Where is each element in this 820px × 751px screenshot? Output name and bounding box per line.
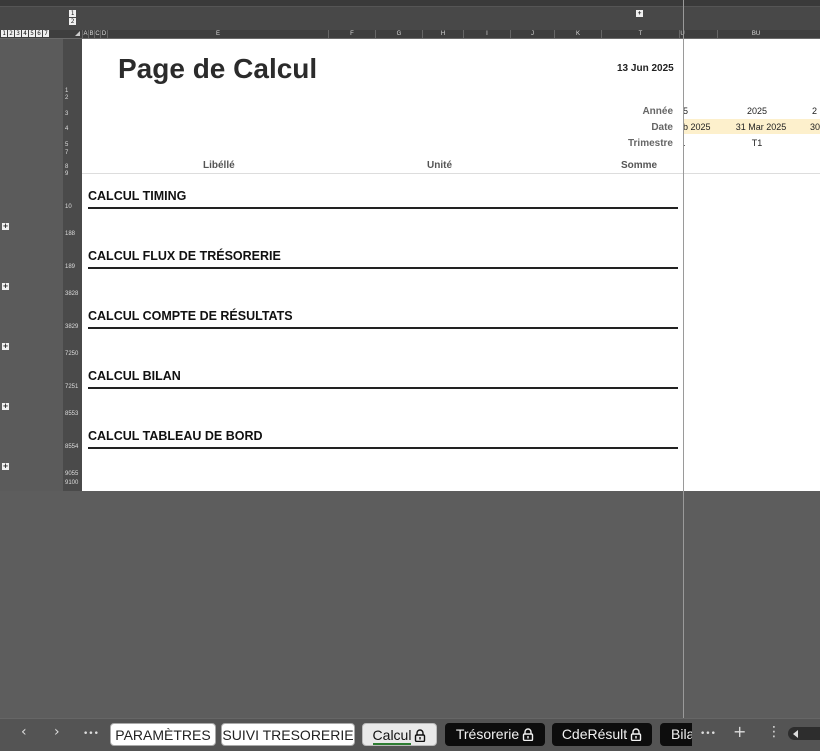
label-date: Date (651, 122, 673, 133)
row-outline-gutter: + + + + + (0, 39, 63, 491)
lock-icon (630, 728, 642, 741)
row-level-3-button[interactable]: 3 (15, 30, 21, 37)
row-number[interactable]: 9055 (63, 471, 84, 477)
lock-icon (415, 729, 426, 742)
outline-level-2-button[interactable]: 2 (69, 18, 76, 25)
tab-suivi-tresorerie[interactable]: SUIVI TRESORERIE (221, 723, 355, 746)
sheet-tab-bar: ‹ › ••• PARAMÈTRES SUIVI TRESORERIE Calc… (0, 718, 820, 751)
tab-calcul[interactable]: Calcul (362, 723, 437, 746)
cell-date[interactable]: 31 Mar 2025 (722, 122, 800, 132)
section-calcul-flux-tresorerie[interactable]: CALCUL FLUX DE TRÉSORERIE (88, 249, 678, 269)
tab-more-icon[interactable]: ••• (83, 729, 99, 739)
row-number[interactable]: 3828 (63, 291, 84, 297)
page-title: Page de Calcul (118, 53, 318, 84)
row-number[interactable]: 188 (63, 231, 84, 237)
report-date: 13 Jun 2025 (617, 63, 674, 74)
row-level-7-button[interactable]: 7 (43, 30, 49, 37)
cell-year[interactable]: 2025 (722, 106, 792, 116)
row-number[interactable]: 9 (63, 171, 84, 177)
row-number[interactable]: 5 (63, 142, 84, 148)
column-header-j[interactable]: J (510, 30, 554, 38)
section-calcul-bilan[interactable]: CALCUL BILAN (88, 369, 678, 389)
cell-quarter[interactable]: T1 (722, 138, 792, 148)
header-libelle: Libéllé (203, 160, 235, 171)
row-number[interactable]: 7 (63, 150, 84, 156)
expand-group-bilan-icon[interactable]: + (2, 403, 9, 410)
header-unite: Unité (427, 160, 452, 171)
lock-icon (522, 728, 534, 741)
cell-date-next[interactable]: 30 (810, 122, 820, 132)
expand-group-timing-icon[interactable]: + (2, 223, 9, 230)
row-number-column: 1 2 3 4 5 7 8 9 10 188 189 3828 3829 725… (63, 39, 83, 491)
expand-group-tableau-icon[interactable]: + (2, 463, 9, 470)
row-number[interactable]: 8553 (63, 411, 84, 417)
column-header-u[interactable]: U (679, 30, 685, 38)
cell-date-partial[interactable]: b 2025 (683, 122, 723, 132)
tab-tresorerie-label: Trésorerie (455, 726, 520, 742)
row-level-4-button[interactable]: 4 (22, 30, 28, 37)
row-number[interactable]: 9100 (63, 480, 84, 486)
tab-scroll-next-icon[interactable]: › (54, 724, 60, 740)
select-all-corner[interactable] (75, 31, 80, 36)
column-header-k[interactable]: K (554, 30, 601, 38)
row-number[interactable]: 10 (63, 204, 84, 210)
tab-tresorerie[interactable]: Trésorerie (445, 723, 545, 746)
row-number[interactable]: 7250 (63, 351, 84, 357)
cell-year-next[interactable]: 2 (812, 106, 820, 116)
tab-scroll-prev-icon[interactable]: ‹ (21, 724, 27, 740)
horizontal-scrollbar[interactable] (788, 727, 820, 740)
tab-overflow-icon[interactable]: ••• (700, 729, 716, 739)
expand-group-resultats-icon[interactable]: + (2, 343, 9, 350)
ribbon-edge (0, 0, 820, 7)
row-number[interactable]: 2 (63, 95, 84, 101)
section-calcul-compte-resultats[interactable]: CALCUL COMPTE DE RÉSULTATS (88, 309, 678, 329)
column-header-i[interactable]: I (463, 30, 510, 38)
column-header-row: 1 2 3 4 5 6 7 A B C D E F G H I J K T U … (0, 30, 820, 39)
section-calcul-tableau-de-bord[interactable]: CALCUL TABLEAU DE BORD (88, 429, 678, 449)
row-number[interactable]: 189 (63, 264, 84, 270)
column-header-f[interactable]: F (328, 30, 375, 38)
row-level-2-button[interactable]: 2 (8, 30, 14, 37)
row-level-1-button[interactable]: 1 (1, 30, 7, 37)
scroll-left-arrow-icon[interactable] (793, 730, 798, 738)
cell-year-partial[interactable]: 5 (683, 106, 693, 116)
row-number[interactable]: 8 (63, 164, 84, 170)
row-number[interactable]: 1 (63, 88, 84, 94)
row-level-5-button[interactable]: 5 (29, 30, 35, 37)
expand-group-tresorerie-icon[interactable]: + (2, 283, 9, 290)
column-header-e[interactable]: E (107, 30, 328, 38)
column-header-t[interactable]: T (601, 30, 679, 38)
header-divider (82, 173, 820, 174)
tab-parametres[interactable]: PARAMÈTRES (110, 723, 216, 746)
add-sheet-icon[interactable]: + (733, 722, 746, 741)
worksheet-grid[interactable]: Page de Calcul 13 Jun 2025 Année Date Tr… (82, 39, 820, 491)
row-number[interactable]: 4 (63, 126, 84, 132)
row-number[interactable]: 8554 (63, 444, 84, 450)
column-header-bu[interactable]: BU (717, 30, 794, 38)
label-annee: Année (642, 106, 673, 117)
row-level-6-button[interactable]: 6 (36, 30, 42, 37)
header-somme: Somme (621, 160, 658, 171)
tab-bilan-truncated[interactable]: Bila (660, 723, 692, 746)
tab-cderesult-label: CdeRésult (561, 726, 628, 742)
column-header-g[interactable]: G (375, 30, 422, 38)
column-group-expand-icon[interactable]: + (636, 10, 643, 17)
section-calcul-timing[interactable]: CALCUL TIMING (88, 189, 678, 209)
tab-cderesult[interactable]: CdeRésult (552, 723, 652, 746)
outline-level-1-button[interactable]: 1 (69, 10, 76, 17)
tab-calcul-label: Calcul (372, 727, 412, 745)
column-header-h[interactable]: H (422, 30, 463, 38)
outline-top-strip: 1 2 + (0, 0, 820, 30)
row-number[interactable]: 7251 (63, 384, 84, 390)
row-number[interactable]: 3 (63, 111, 84, 117)
freeze-pane-divider[interactable] (683, 0, 684, 718)
column-header-d[interactable]: D (100, 30, 107, 38)
row-number[interactable]: 3829 (63, 324, 84, 330)
label-trimestre: Trimestre (627, 138, 673, 149)
sheet-menu-icon[interactable]: ⋮ (767, 724, 781, 740)
cell-quarter-partial[interactable]: . (683, 138, 693, 148)
